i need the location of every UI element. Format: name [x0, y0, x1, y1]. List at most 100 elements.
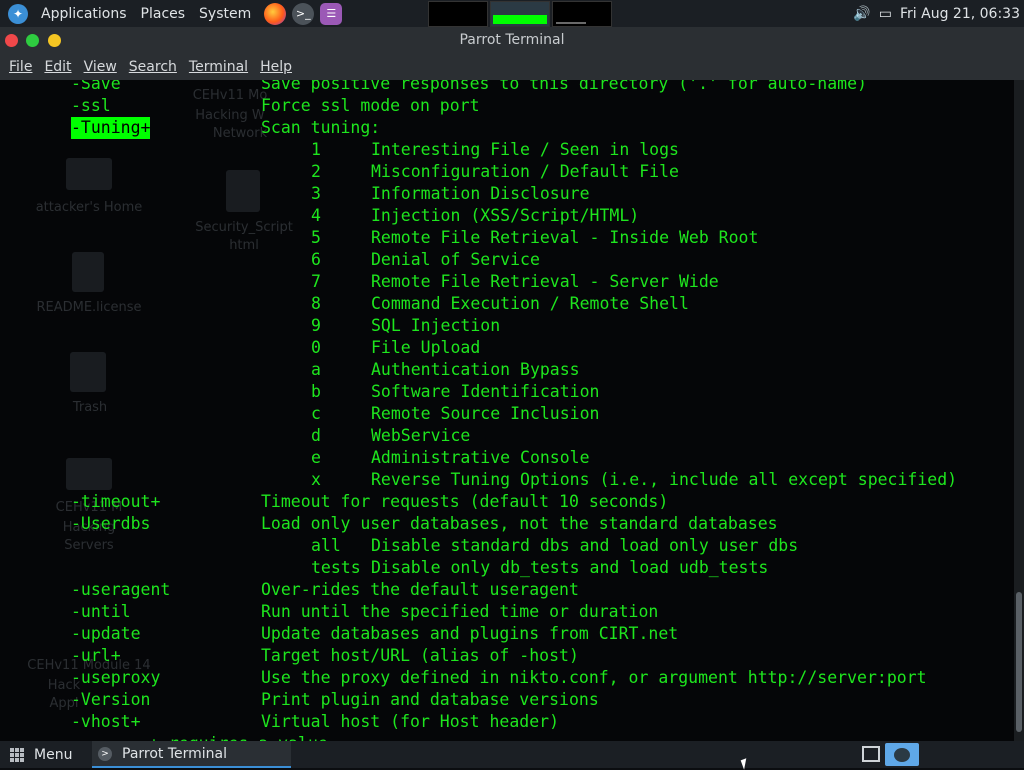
terminal-line: 3 Information Disclosure	[0, 183, 1014, 205]
option-description: Force ssl mode on port	[261, 96, 480, 115]
tuning-description: WebService	[371, 426, 471, 445]
tuning-code: 8	[311, 294, 321, 313]
terminal-line: 7 Remote File Retrieval - Server Wide	[0, 271, 1014, 293]
tuning-description: Remote File Retrieval - Inside Web Root	[371, 228, 759, 247]
top-panel: ✦ Applications Places System >_ ☰ 🔊 ▭ Fr…	[0, 0, 1024, 27]
menu-edit[interactable]: Edit	[40, 59, 75, 75]
terminal-line: 4 Injection (XSS/Script/HTML)	[0, 205, 1014, 227]
terminal-line: d WebService	[0, 425, 1014, 447]
window-titlebar[interactable]: Parrot Terminal	[0, 27, 1024, 54]
workspace-2[interactable]	[490, 1, 550, 27]
tuning-description: Authentication Bypass	[371, 360, 580, 379]
terminal-line: tests Disable only db_tests and load udb_…	[0, 557, 1014, 579]
option-flag: -Version	[71, 690, 151, 709]
terminal-line: 6 Denial of Service	[0, 249, 1014, 271]
taskbar-item-terminal[interactable]: > Parrot Terminal	[92, 741, 291, 768]
workspace-window-preview	[493, 15, 547, 24]
option-description: Target host/URL (alias of -host)	[261, 646, 579, 665]
terminal-icon: >	[98, 746, 112, 761]
terminal-line: c Remote Source Inclusion	[0, 403, 1014, 425]
parrot-logo-icon[interactable]: ✦	[8, 3, 28, 24]
firefox-icon[interactable]	[264, 2, 287, 25]
terminal-line: 9 SQL Injection	[0, 315, 1014, 337]
tuning-description: Misconfiguration / Default File	[371, 162, 679, 181]
terminal-output[interactable]: CEHv11 Mo Hacking W Network attacker's H…	[0, 80, 1014, 741]
tuning-code: 6	[311, 250, 321, 269]
footer-note: + requires a value	[0, 733, 328, 741]
menu-search[interactable]: Search	[125, 59, 181, 75]
terminal-line: b Software Identification	[0, 381, 1014, 403]
notes-icon[interactable]: ☰	[320, 2, 343, 25]
tuning-description: Information Disclosure	[371, 184, 590, 203]
menu-view[interactable]: View	[80, 59, 121, 75]
tuning-code: 4	[311, 206, 321, 225]
option-flag: -Userdbs	[71, 514, 151, 533]
active-terminal-icon[interactable]	[885, 743, 919, 766]
display-icon[interactable]: ▭	[879, 6, 892, 22]
terminal-line: -useragent Over-rides the default userage…	[0, 579, 1014, 601]
tuning-code: b	[311, 382, 321, 401]
option-flag: -vhost+	[71, 712, 141, 731]
option-flag: -Save	[71, 80, 121, 93]
option-flag: -url+	[71, 646, 121, 665]
tuning-code: 9	[311, 316, 321, 335]
tuning-code: 0	[311, 338, 321, 357]
tuning-code: tests	[311, 558, 361, 577]
tuning-code: d	[311, 426, 321, 445]
terminal-line: 0 File Upload	[0, 337, 1014, 359]
terminal-line: 1 Interesting File / Seen in logs	[0, 139, 1014, 161]
option-description: Use the proxy defined in nikto.conf, or …	[261, 668, 927, 687]
tuning-code: 1	[311, 140, 321, 159]
terminal-line: -ssl Force ssl mode on port	[0, 95, 1014, 117]
menu-button[interactable]: Menu	[10, 741, 72, 768]
menu-terminal[interactable]: Terminal	[185, 59, 252, 75]
menu-bar: File Edit View Search Terminal Help	[0, 54, 1024, 80]
workspace-window-preview	[556, 22, 586, 24]
tuning-code: e	[311, 448, 321, 467]
tuning-description: Command Execution / Remote Shell	[371, 294, 689, 313]
terminal-line: 8 Command Execution / Remote Shell	[0, 293, 1014, 315]
option-description: Print plugin and database versions	[261, 690, 599, 709]
option-flag: -useragent	[71, 580, 171, 599]
image-viewer-icon[interactable]	[862, 746, 880, 762]
terminal-line: a Authentication Bypass	[0, 359, 1014, 381]
menu-help[interactable]: Help	[256, 59, 296, 75]
tuning-description: Reverse Tuning Options (i.e., include al…	[371, 470, 958, 489]
system-tray: 🔊 ▭ Fri Aug 21, 06:33	[853, 0, 1020, 27]
option-description: Update databases and plugins from CIRT.n…	[261, 624, 679, 643]
tuning-description: Remote Source Inclusion	[371, 404, 600, 423]
tuning-description: Software Identification	[371, 382, 600, 401]
clock[interactable]: Fri Aug 21, 06:33	[900, 6, 1020, 22]
scrollbar-thumb[interactable]	[1016, 592, 1022, 732]
terminal-line: -Version Print plugin and database versio…	[0, 689, 1014, 711]
option-flag: -until	[71, 602, 131, 621]
option-flag: -Tuning+	[71, 117, 151, 139]
tuning-description: Disable standard dbs and load only user …	[371, 536, 799, 555]
volume-icon[interactable]: 🔊	[853, 6, 870, 22]
workspace-3[interactable]	[552, 1, 612, 27]
tuning-description: Interesting File / Seen in logs	[371, 140, 679, 159]
tuning-code: 2	[311, 162, 321, 181]
terminal-line: -url+ Target host/URL (alias of -host)	[0, 645, 1014, 667]
terminal-line: + requires a value	[0, 733, 1014, 741]
terminal-scrollbar[interactable]	[1014, 80, 1024, 741]
terminal-line: -useproxy Use the proxy defined in nikto.…	[0, 667, 1014, 689]
window-title: Parrot Terminal	[459, 32, 565, 48]
terminal-line: -Save Save positive responses to this dir…	[0, 80, 1014, 95]
terminal-icon[interactable]: >_	[292, 2, 315, 25]
tuning-description: Injection (XSS/Script/HTML)	[371, 206, 640, 225]
places-menu[interactable]: Places	[134, 0, 193, 27]
applications-menu[interactable]: Applications	[34, 0, 134, 27]
workspace-1[interactable]	[428, 1, 488, 27]
option-flag: -update	[71, 624, 141, 643]
tuning-description: File Upload	[371, 338, 481, 357]
option-description: Virtual host (for Host header)	[261, 712, 560, 731]
tuning-code: 3	[311, 184, 321, 203]
option-description: Timeout for requests (default 10 seconds…	[261, 492, 669, 511]
terminal-line: -vhost+ Virtual host (for Host header)	[0, 711, 1014, 733]
menu-file[interactable]: File	[5, 59, 36, 75]
system-menu[interactable]: System	[192, 0, 258, 27]
tuning-code: 7	[311, 272, 321, 291]
terminal-line: 5 Remote File Retrieval - Inside Web Root	[0, 227, 1014, 249]
tuning-code: c	[311, 404, 321, 423]
